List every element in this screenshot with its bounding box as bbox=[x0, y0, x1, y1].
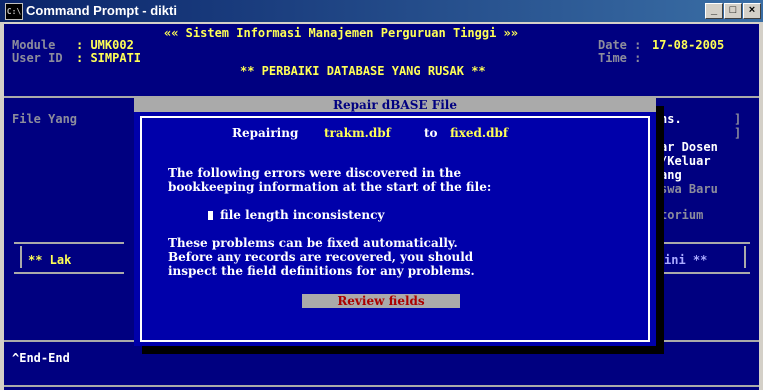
fix-line-1: These problems can be fixed automaticall… bbox=[168, 236, 458, 250]
user-id-value: : SIMPATI bbox=[76, 51, 142, 65]
module-value: : UMK002 bbox=[76, 38, 134, 52]
right-item-6: torium bbox=[660, 208, 704, 222]
date-label: Date : bbox=[598, 38, 642, 52]
error-item: file length inconsistency bbox=[220, 208, 385, 222]
fix-line-2: Before any records are recovered, you sh… bbox=[168, 250, 474, 264]
footer-hint: ^End-End bbox=[12, 351, 70, 365]
left-menu-item[interactable]: ** Lak bbox=[28, 253, 71, 267]
command-prompt-window: C:\ Command Prompt - dikti _ □ × «« Sist… bbox=[0, 0, 763, 390]
module-label: Module bbox=[12, 38, 56, 52]
source-file: trakm.dbf bbox=[324, 126, 391, 140]
right-menu-line-side bbox=[744, 246, 746, 268]
frame-line-footer bbox=[4, 385, 759, 387]
right-menu-item[interactable]: ini ** bbox=[664, 253, 707, 267]
dialog-shadow-bottom bbox=[142, 346, 664, 354]
console-area[interactable]: «« Sistem Informasi Manajemen Perguruan … bbox=[4, 24, 759, 390]
user-id-label: User ID bbox=[12, 51, 63, 65]
left-menu-line-side bbox=[20, 246, 22, 268]
repair-prefix: Repairing bbox=[232, 126, 299, 140]
fix-line-3: inspect the field definitions for any pr… bbox=[168, 264, 475, 278]
target-file: fixed.dbf bbox=[450, 126, 509, 140]
left-menu-line-bottom bbox=[14, 272, 124, 274]
bullet-icon bbox=[208, 211, 213, 220]
right-menu-line-top bbox=[660, 242, 750, 244]
screen-title: ** PERBAIKI DATABASE YANG RUSAK ** bbox=[240, 64, 486, 78]
right-item-2: ar Dosen bbox=[660, 140, 718, 154]
dialog-border bbox=[140, 116, 650, 342]
close-button[interactable]: × bbox=[743, 3, 761, 19]
review-fields-button[interactable]: Review fields bbox=[302, 294, 460, 308]
file-label: File Yang bbox=[12, 112, 78, 126]
system-title: «« Sistem Informasi Manajemen Perguruan … bbox=[164, 26, 519, 40]
errors-line-2: bookkeeping information at the start of … bbox=[168, 180, 492, 194]
right-item-3: /Keluar bbox=[660, 154, 711, 168]
errors-line-1: The following errors were discovered in … bbox=[168, 166, 462, 180]
date-value: 17-08-2005 bbox=[652, 38, 725, 52]
right-menu-line-bottom bbox=[660, 272, 750, 274]
left-menu-line-top bbox=[14, 242, 124, 244]
right-item-5: swa Baru bbox=[660, 182, 718, 196]
repair-to: to bbox=[424, 126, 438, 140]
time-label: Time : bbox=[598, 51, 642, 65]
dialog-title: Repair dBASE File bbox=[134, 98, 656, 112]
cmd-icon: C:\ bbox=[5, 3, 23, 20]
window-title: Command Prompt - dikti bbox=[26, 3, 177, 18]
bracket-1: ] bbox=[734, 112, 742, 126]
minimize-button[interactable]: _ bbox=[705, 3, 723, 19]
bracket-2: ] bbox=[734, 126, 742, 140]
maximize-button[interactable]: □ bbox=[724, 3, 742, 19]
dialog-shadow-right bbox=[656, 106, 664, 354]
repair-dialog: Repair dBASE File Repairing trakm.dbf to… bbox=[134, 98, 656, 346]
window-titlebar[interactable]: C:\ Command Prompt - dikti _ □ × bbox=[0, 0, 763, 22]
